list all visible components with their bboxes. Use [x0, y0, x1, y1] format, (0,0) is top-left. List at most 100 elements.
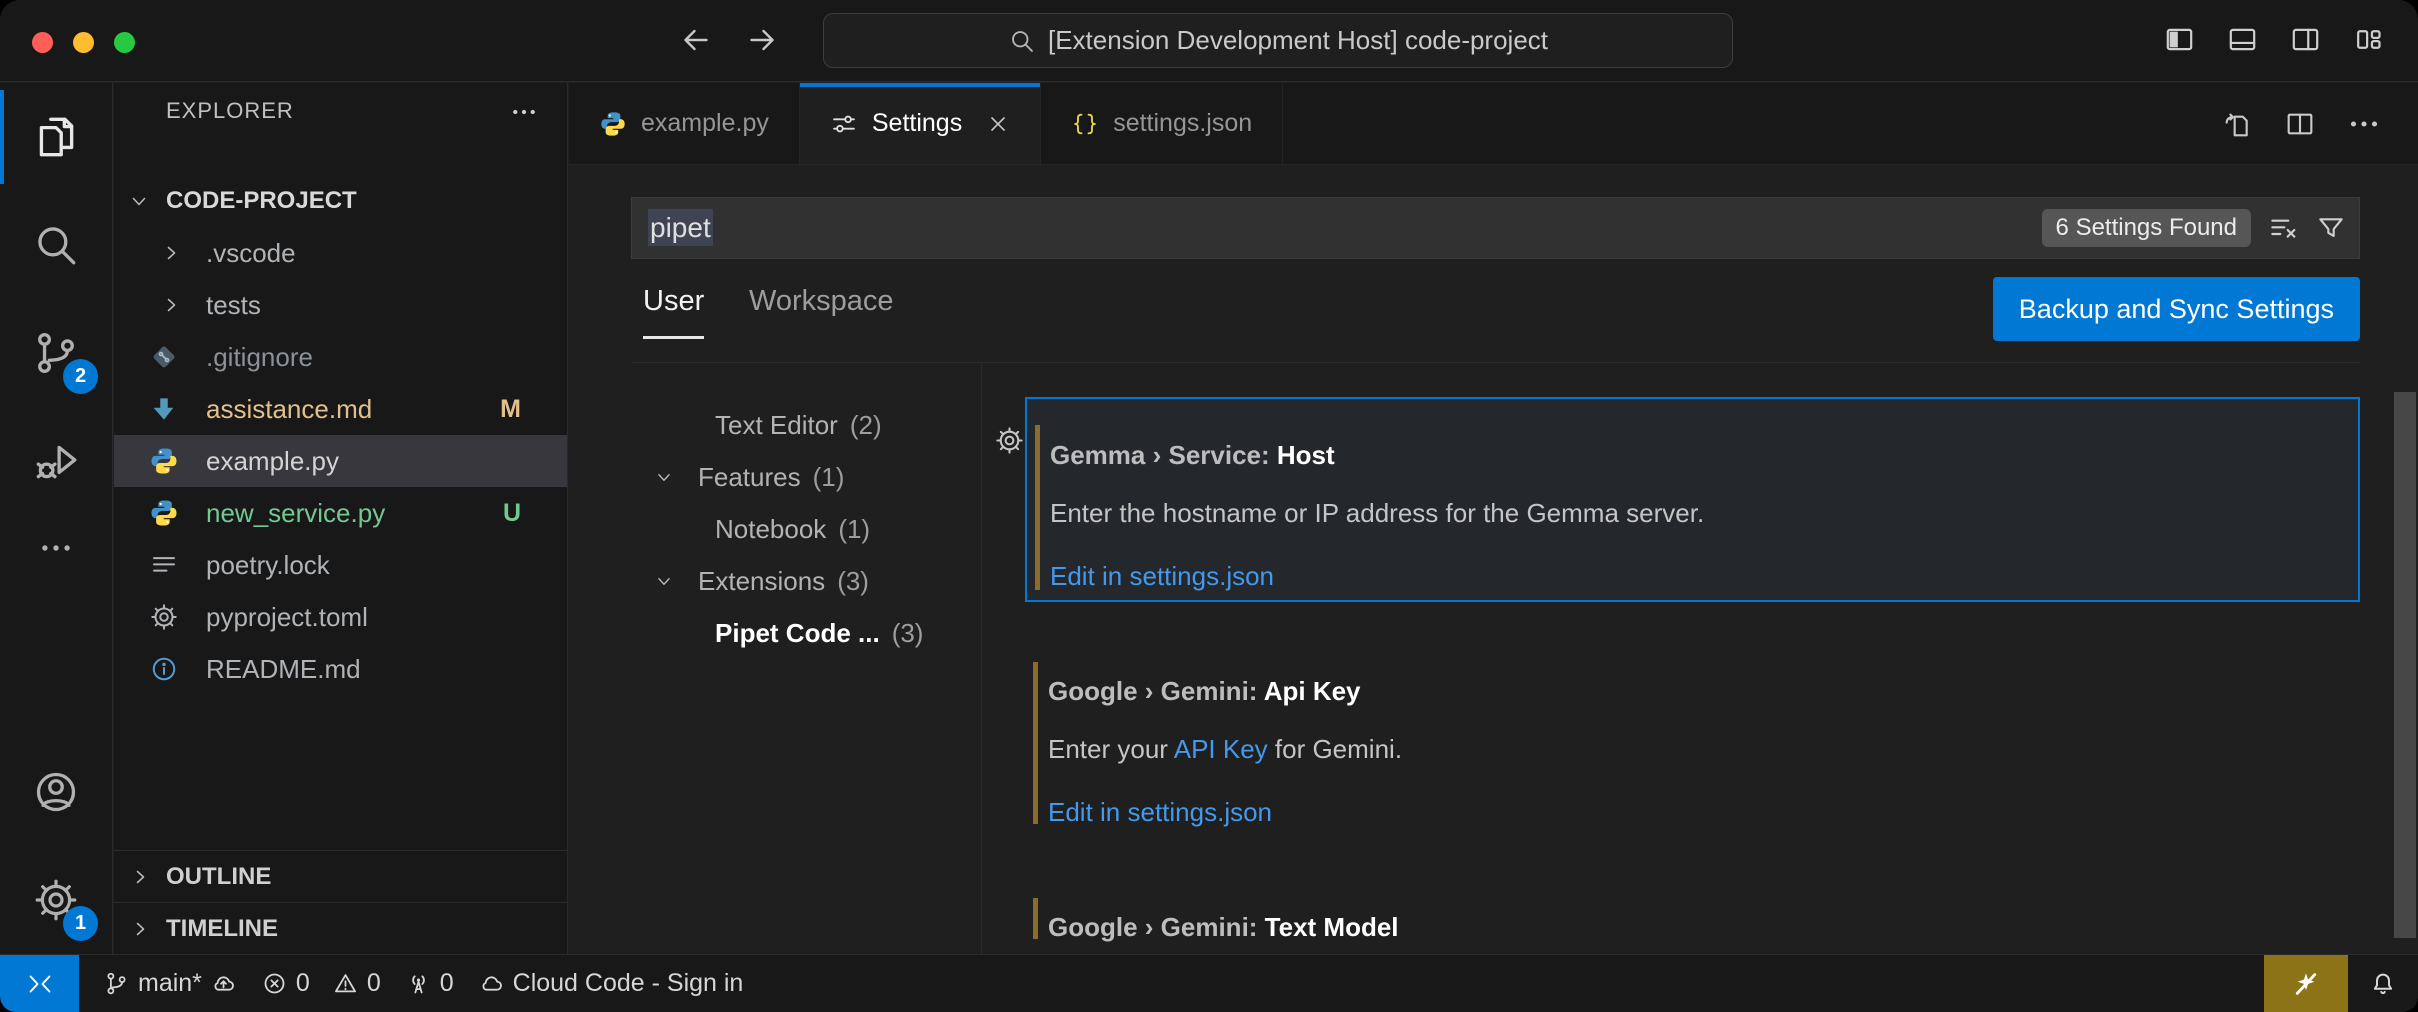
activity-item-more[interactable] [0, 515, 112, 581]
activity-item-search[interactable] [0, 191, 112, 299]
chevron-right-icon [159, 293, 183, 317]
tree-item-label: example.py [206, 446, 339, 477]
backup-sync-settings-button[interactable]: Backup and Sync Settings [1993, 277, 2360, 341]
activity-item-settings[interactable]: 1 [0, 846, 112, 954]
setting-content: Google › Gemini: Text Model [1025, 911, 2360, 943]
tab-settings[interactable]: Settings [800, 83, 1041, 164]
toggle-panel-icon[interactable] [2226, 23, 2259, 56]
split-editor-icon[interactable] [2284, 108, 2316, 140]
edit-in-settings-json-link[interactable]: Edit in settings.json [1050, 560, 2358, 592]
navigate-forward-icon[interactable] [744, 22, 780, 58]
explorer-more-actions-icon[interactable] [509, 97, 539, 127]
tree-item[interactable]: .gitignore [114, 331, 567, 383]
tree-item[interactable]: example.py [114, 435, 567, 487]
tree-item[interactable]: new_service.py U [114, 487, 567, 539]
problems-status-item[interactable]: 0 0 [261, 969, 381, 998]
activity-item-run-debug[interactable] [0, 407, 112, 515]
tab-example-py[interactable]: example.py [569, 83, 800, 164]
toc-item[interactable]: Pipet Code ... (3) [569, 607, 981, 659]
markdown-arrow-file-icon [149, 394, 179, 424]
minimize-window-button[interactable] [73, 32, 94, 53]
scope-tab-user[interactable]: User [643, 285, 704, 339]
toc-label: Extensions [698, 566, 825, 597]
notifications-item[interactable] [2348, 955, 2418, 1012]
search-selection: pipet [648, 209, 713, 246]
lock-file-icon [149, 550, 179, 580]
setting-row[interactable]: Google › Gemini: Text Model [1025, 884, 2360, 953]
toggle-secondary-sidebar-icon[interactable] [2289, 23, 2322, 56]
results-count-badge: 6 Settings Found [2042, 209, 2251, 247]
setting-name: Text Model [1265, 912, 1399, 942]
description-link[interactable]: API Key [1174, 734, 1268, 764]
tree-item[interactable]: tests [114, 279, 567, 331]
more-actions-icon[interactable] [2346, 106, 2382, 142]
toc-item[interactable]: Text Editor (2) [569, 399, 981, 451]
branch-status-item[interactable]: main* [103, 969, 237, 998]
chevron-right-icon [159, 241, 183, 265]
settings-search-input[interactable]: pipet 6 Settings Found [631, 197, 2360, 259]
tree-item-label: README.md [206, 654, 361, 685]
clear-filters-icon[interactable] [2267, 212, 2299, 244]
remote-indicator[interactable] [0, 955, 79, 1012]
setting-category: Gemma › Service: [1050, 440, 1277, 470]
tree-item[interactable]: poetry.lock [114, 539, 567, 591]
setting-title: Gemma › Service: Host [1050, 439, 2358, 471]
search-icon [31, 220, 81, 270]
edit-in-settings-json-link[interactable]: Edit in settings.json [1048, 796, 2360, 828]
cloud-code-status-item[interactable]: Cloud Code - Sign in [478, 969, 744, 998]
chevron-down-icon [127, 189, 151, 213]
toc-item[interactable]: Extensions (3) [569, 555, 981, 607]
tree-item[interactable]: .vscode [114, 227, 567, 279]
toggle-primary-sidebar-icon[interactable] [2163, 23, 2196, 56]
outline-section-header[interactable]: OUTLINE [114, 850, 567, 902]
copilot-disabled-item[interactable] [2264, 955, 2348, 1012]
tree-item[interactable]: assistance.md M [114, 383, 567, 435]
navigate-back-icon[interactable] [678, 22, 714, 58]
tab-settings-json[interactable]: settings.json [1041, 83, 1283, 164]
activity-item-explorer[interactable] [0, 83, 112, 191]
modified-indicator [1033, 662, 1038, 824]
timeline-section-header[interactable]: TIMELINE [114, 902, 567, 954]
tree-item[interactable]: pyproject.toml [114, 591, 567, 643]
tree-item-label: CODE-PROJECT [166, 187, 357, 215]
python-file-icon [149, 446, 179, 476]
git-status-badge: U [503, 499, 521, 528]
tab-label: Settings [872, 109, 962, 138]
close-tab-icon[interactable] [986, 112, 1010, 136]
tab-bar: example.py Settings settings.json [569, 83, 2418, 165]
command-center-search[interactable]: [Extension Development Host] code-projec… [823, 13, 1733, 68]
files-icon [31, 112, 81, 162]
settings-sliders-icon [830, 110, 858, 138]
setting-row[interactable]: Gemma › Service: Host Enter the hostname… [1025, 397, 2360, 602]
setting-content: Google › Gemini: Api Key Enter your API … [1025, 675, 2360, 828]
status-bar: main* 0 0 0 Cloud Code - Sign in [0, 954, 2418, 1012]
toc-item[interactable]: Features (1) [569, 451, 981, 503]
activity-item-accounts[interactable] [0, 738, 112, 846]
tree-item[interactable]: CODE-PROJECT [114, 175, 567, 227]
setting-name: Host [1277, 440, 1335, 470]
title-bar: [Extension Development Host] code-projec… [0, 0, 2418, 82]
zoom-window-button[interactable] [114, 32, 135, 53]
activity-item-source-control[interactable]: 2 [0, 299, 112, 407]
setting-actions-gear-icon[interactable] [994, 425, 1025, 456]
tree-item-label: assistance.md [206, 394, 372, 425]
python-file-icon [599, 110, 627, 138]
settings-scrollbar[interactable] [2394, 392, 2416, 938]
setting-description: Enter your API Key for Gemini. [1048, 733, 2360, 765]
warning-count: 0 [367, 969, 381, 998]
ports-status-item[interactable]: 0 [405, 969, 454, 998]
customize-layout-icon[interactable] [2352, 23, 2385, 56]
tab-label: example.py [641, 109, 769, 138]
setting-row[interactable]: Google › Gemini: Api Key Enter your API … [1025, 648, 2360, 838]
chevron-down-icon [653, 466, 675, 488]
close-window-button[interactable] [32, 32, 53, 53]
filter-icon[interactable] [2315, 212, 2347, 244]
tree-item[interactable]: README.md [114, 643, 567, 695]
sidebar-sections: OUTLINE TIMELINE [114, 850, 567, 954]
tree-item-label: pyproject.toml [206, 602, 368, 633]
chevron-right-icon [128, 917, 152, 941]
toc-item[interactable]: Notebook (1) [569, 503, 981, 555]
open-changes-icon[interactable] [2222, 108, 2254, 140]
setting-name: Api Key [1264, 676, 1361, 706]
scope-tab-workspace[interactable]: Workspace [749, 285, 894, 336]
